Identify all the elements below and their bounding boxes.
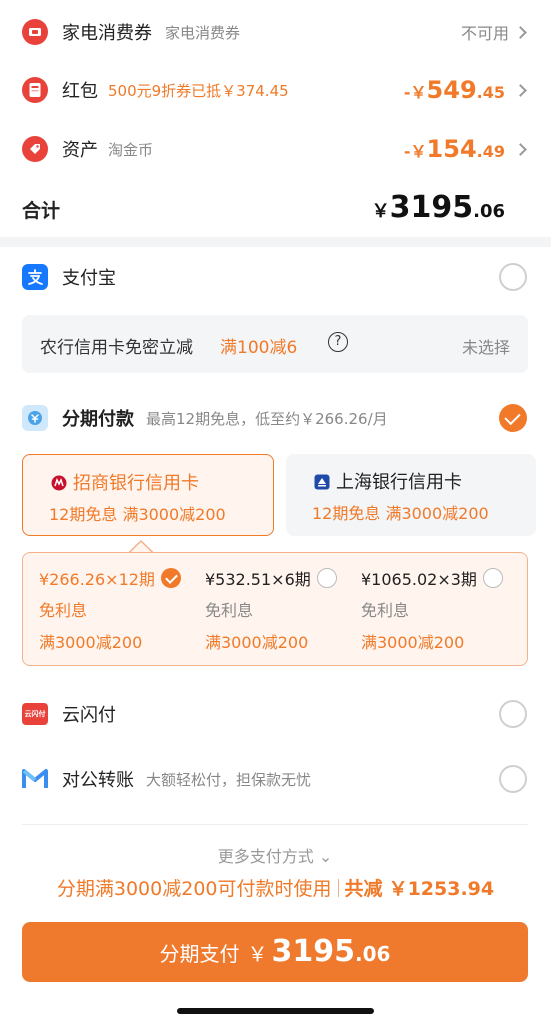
plan-promo: 满3000减200 xyxy=(361,633,465,652)
plan-title: ¥266.26×12期 xyxy=(39,567,181,589)
plan-3[interactable]: ¥1065.02×3期 免利息 满3000减200 xyxy=(361,567,503,653)
unionpay-icon: 云闪付 xyxy=(22,703,48,725)
radio-icon[interactable] xyxy=(316,568,337,588)
assets-row[interactable]: 资产 淘金币 -￥154.49 xyxy=(0,121,551,177)
appliance-coupon-row[interactable]: 家电消费券 家电消费券 不可用 xyxy=(0,4,551,60)
tag-icon xyxy=(22,136,48,162)
total-label: 合计 xyxy=(22,200,61,222)
promo-status: 未选择 xyxy=(461,338,510,357)
redpacket-sub: 500元9折券已抵￥374.45 xyxy=(108,81,289,100)
unionpay-row[interactable]: 云闪付 云闪付 xyxy=(0,686,551,742)
note-separator xyxy=(337,879,339,897)
plan-fee: 免利息 xyxy=(361,601,410,620)
pay-amount: 3195 xyxy=(271,934,356,969)
corporate-transfer-icon xyxy=(22,766,48,792)
corporate-transfer-sub: 大额轻松付，担保款无忧 xyxy=(146,770,312,789)
pay-currency: ￥ xyxy=(247,942,268,966)
pay-button-label: 分期支付 xyxy=(159,942,240,966)
alipay-radio[interactable] xyxy=(499,263,527,291)
bank-card-cmb[interactable]: 招商银行信用卡 12期免息 满3000减200 xyxy=(22,454,274,536)
plan-promo: 满3000减200 xyxy=(39,633,143,652)
bank-name: 上海银行信用卡 xyxy=(314,468,462,494)
shbank-logo-icon xyxy=(314,474,330,490)
bank-offer: 12期免息 满3000减200 xyxy=(312,504,489,523)
installment-icon xyxy=(22,405,48,431)
radio-icon[interactable] xyxy=(482,568,503,588)
chevron-right-icon xyxy=(514,142,527,156)
installment-note: 分期满3000减200可付款时使用 共减 ￥1253.94 xyxy=(0,874,551,902)
section-divider xyxy=(0,237,551,247)
bank-offer: 12期免息 满3000减200 xyxy=(49,505,226,524)
total-row: 合计 ￥3195.06 xyxy=(0,184,551,234)
unionpay-label: 云闪付 xyxy=(62,705,116,726)
corporate-transfer-radio[interactable] xyxy=(499,765,527,793)
redpacket-amount: -￥549.45 xyxy=(403,76,505,104)
plan-promo: 满3000减200 xyxy=(205,633,309,652)
help-icon[interactable]: ? xyxy=(328,332,348,352)
chevron-right-icon xyxy=(514,25,527,39)
redpacket-icon xyxy=(22,77,48,103)
installment-row[interactable]: 分期付款 最高12期免息，低至约￥266.26/月 xyxy=(0,390,551,446)
redpacket-row[interactable]: 红包 500元9折券已抵￥374.45 -￥549.45 xyxy=(0,62,551,118)
alipay-row[interactable]: 支付宝 xyxy=(0,249,551,305)
plan-6[interactable]: ¥532.51×6期 免利息 满3000减200 xyxy=(205,567,337,653)
coupon-icon xyxy=(22,19,48,45)
plan-fee: 免利息 xyxy=(39,601,88,620)
saving-label: 共减 xyxy=(344,878,383,900)
more-payment-methods[interactable]: 更多支付方式 ⌄ xyxy=(22,824,528,866)
appliance-coupon-label: 家电消费券 xyxy=(62,23,152,44)
installment-pay-button[interactable]: 分期支付 ￥ 3195 .06 xyxy=(22,922,528,982)
assets-label: 资产 xyxy=(62,140,98,161)
plan-title: ¥532.51×6期 xyxy=(205,567,337,589)
assets-amount: -￥154.49 xyxy=(403,135,505,163)
corporate-transfer-label: 对公转账 xyxy=(62,770,134,791)
cmb-logo-icon xyxy=(51,475,67,491)
appliance-coupon-status: 不可用 xyxy=(460,24,509,43)
unionpay-radio[interactable] xyxy=(499,700,527,728)
bank-name: 招商银行信用卡 xyxy=(51,469,199,495)
home-indicator[interactable] xyxy=(177,1008,374,1014)
alipay-icon xyxy=(22,264,48,290)
bank-card-shbank[interactable]: 上海银行信用卡 12期免息 满3000减200 xyxy=(286,454,536,536)
redpacket-label: 红包 xyxy=(62,81,98,102)
promo-offer: 满100减6 xyxy=(220,338,298,358)
check-icon[interactable] xyxy=(160,568,181,588)
pay-amount-decimal: .06 xyxy=(355,942,391,966)
abc-card-promo[interactable]: 农行信用卡免密立减 满100减6 ? 未选择 xyxy=(22,315,528,373)
installment-plans: ¥266.26×12期 免利息 满3000减200 ¥532.51×6期 免利息… xyxy=(22,552,528,666)
plan-title: ¥1065.02×3期 xyxy=(361,567,503,589)
promo-text: 农行信用卡免密立减 xyxy=(40,338,193,358)
plan-fee: 免利息 xyxy=(205,601,254,620)
chevron-right-icon xyxy=(514,83,527,97)
assets-sub: 淘金币 xyxy=(108,140,154,159)
alipay-label: 支付宝 xyxy=(62,268,116,289)
total-amount: ￥3195.06 xyxy=(371,190,505,225)
saving-amount: ￥1253.94 xyxy=(388,878,495,900)
corporate-transfer-row[interactable]: 对公转账 大额轻松付，担保款无忧 xyxy=(0,751,551,807)
note-text: 分期满3000减200可付款时使用 xyxy=(56,878,332,900)
plan-12[interactable]: ¥266.26×12期 免利息 满3000减200 xyxy=(39,567,181,653)
appliance-coupon-sub: 家电消费券 xyxy=(165,23,241,42)
installment-sub: 最高12期免息，低至约￥266.26/月 xyxy=(146,409,388,428)
installment-label: 分期付款 xyxy=(62,409,134,430)
installment-radio[interactable] xyxy=(499,404,527,432)
